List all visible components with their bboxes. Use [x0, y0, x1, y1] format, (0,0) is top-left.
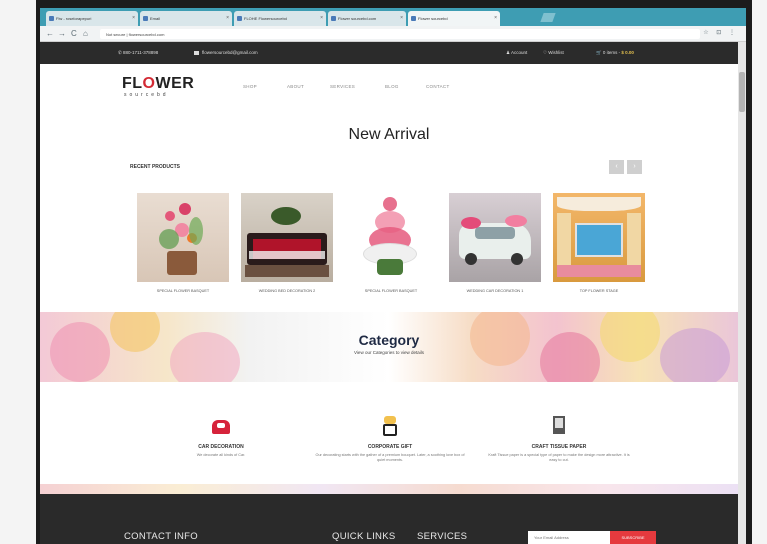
site-logo[interactable]: FLOWER sourcebd	[122, 75, 194, 98]
new-tab-button[interactable]	[540, 13, 556, 22]
product-caption[interactable]: WEDDING CAR DECORATION 1	[449, 289, 541, 293]
back-icon[interactable]: ←	[46, 29, 54, 38]
product-image[interactable]	[449, 193, 541, 282]
decorative-strip	[40, 484, 738, 494]
site-topbar: ✆ 880-1711-378898 flowersourcebd@gmail.c…	[40, 42, 738, 64]
browser-toolbar: ← → C ⌂ Not secure | flowersourcebd.com …	[40, 26, 746, 42]
favicon-icon	[411, 16, 416, 21]
favicon-icon	[49, 16, 54, 21]
product-card[interactable]: SPECIAL FLOWER BASQUET	[345, 193, 437, 293]
close-icon[interactable]: ×	[320, 15, 323, 21]
cart-count: 0 items -	[602, 50, 621, 55]
category-item-title: CAR DECORATION	[198, 444, 244, 450]
site-footer: CONTACT INFO QUICK LINKS SERVICES SUBSCR…	[40, 494, 738, 544]
category-item-desc: Our decorating starts with the gather of…	[315, 453, 465, 462]
browser-tab-strip: Flw - roselorapepuri × Email × FLOHE Flowe…	[40, 8, 746, 26]
product-caption[interactable]: WEDDING BED DECORATION 2	[241, 289, 333, 293]
logo-text-1: FL	[122, 75, 143, 92]
logo-flower-o: O	[142, 75, 156, 92]
subscribe-button[interactable]: SUBSCRIBE	[610, 531, 656, 544]
browser-tab-3[interactable]: FLOHE Flowersourcebd ×	[234, 11, 326, 26]
logo-text-2: WER	[155, 75, 195, 92]
category-craft-tissue-paper[interactable]: CRAFT TISSUE PAPER Kraft Tissue paper is…	[484, 414, 634, 463]
browser-tab-active[interactable]: Flower sourcebd ×	[408, 11, 500, 26]
carousel-next-button[interactable]: ›	[627, 160, 642, 174]
product-card[interactable]: SPECIAL FLOWER BASQUET	[137, 193, 229, 293]
product-image[interactable]	[345, 193, 437, 282]
phone-text: 880-1711-378898	[123, 50, 159, 55]
scrollbar-thumb[interactable]	[739, 72, 745, 112]
cart-total: $ 0.00	[621, 50, 634, 55]
email-contact[interactable]: flowersourcebd@gmail.com	[194, 50, 258, 55]
product-image[interactable]	[241, 193, 333, 282]
category-banner: Category View our Categories to view det…	[40, 312, 738, 382]
footer-quick-links-heading: QUICK LINKS	[332, 531, 396, 542]
product-card[interactable]: TOP FLOWER STAGE	[553, 193, 645, 293]
browser-tab-1[interactable]: Flw - roselorapepuri ×	[46, 11, 138, 26]
wishlist-text: Wishlist	[548, 50, 564, 55]
product-card[interactable]: WEDDING CAR DECORATION 1	[449, 193, 541, 293]
nav-blog[interactable]: BLOG	[385, 84, 399, 89]
category-item-title: CRAFT TISSUE PAPER	[531, 444, 587, 450]
close-icon[interactable]: ×	[400, 15, 403, 21]
product-card[interactable]: WEDDING BED DECORATION 2	[241, 193, 333, 293]
product-image[interactable]	[553, 193, 645, 282]
forward-icon[interactable]: →	[58, 29, 66, 38]
category-title: Category	[358, 332, 420, 348]
category-item-desc: Kraft Tissue paper is a special type of …	[488, 453, 630, 462]
close-icon[interactable]: ×	[494, 15, 497, 21]
car-icon	[209, 414, 233, 438]
photo-of-screen: Flw - roselorapepuri × Email × FLOHE Flowe…	[0, 0, 767, 544]
category-item-desc: We decorate all kinds of Car.	[196, 453, 246, 457]
reload-icon[interactable]: C	[71, 29, 77, 38]
address-bar[interactable]: Not secure | flowersourcebd.com	[100, 29, 700, 39]
tab-label: Flw - roselorapepuri	[56, 16, 92, 21]
product-caption[interactable]: SPECIAL FLOWER BASQUET	[345, 289, 437, 293]
product-image[interactable]	[137, 193, 229, 282]
product-caption[interactable]: TOP FLOWER STAGE	[553, 289, 645, 293]
email-text: flowersourcebd@gmail.com	[202, 50, 258, 55]
phone-contact[interactable]: ✆ 880-1711-378898	[118, 50, 158, 56]
mail-icon	[194, 50, 199, 55]
account-text: Account	[511, 50, 528, 55]
category-item-title: CORPORATE GIFT	[367, 444, 413, 450]
gift-icon	[378, 414, 402, 438]
favicon-icon	[143, 16, 148, 21]
footer-contact-heading: CONTACT INFO	[124, 531, 198, 542]
account-link[interactable]: ♟ Account	[506, 50, 527, 56]
close-icon[interactable]: ×	[226, 15, 229, 21]
browser-tab-2[interactable]: Email ×	[140, 11, 232, 26]
carousel-prev-button[interactable]: ‹	[609, 160, 624, 174]
recent-products-heading: RECENT PRODUCTS	[130, 164, 181, 170]
category-car-decoration[interactable]: CAR DECORATION We decorate all kinds of …	[146, 414, 296, 458]
favicon-icon	[331, 16, 336, 21]
close-icon[interactable]: ×	[132, 15, 135, 21]
wishlist-link[interactable]: ♡ Wishlist	[543, 50, 564, 56]
nav-contact[interactable]: CONTACT	[426, 84, 450, 89]
tissue-paper-icon	[547, 414, 571, 438]
tab-label: Email	[150, 16, 161, 21]
nav-shop[interactable]: SHOP	[243, 84, 257, 89]
product-caption[interactable]: SPECIAL FLOWER BASQUET	[137, 289, 229, 293]
tab-label: FLOHE Flowersourcebd	[244, 16, 287, 21]
browser-menu-icons[interactable]: ☆ ⊡ ⋮	[703, 29, 738, 36]
cart-link[interactable]: 🛒 0 items - $ 0.00	[596, 50, 634, 56]
tab-label: Flower sourcebd	[418, 16, 448, 21]
home-icon[interactable]: ⌂	[83, 29, 88, 38]
category-corporate-gift[interactable]: CORPORATE GIFT Our decorating starts wit…	[315, 414, 465, 463]
page-scrollbar[interactable]	[738, 42, 746, 544]
category-subtitle: View our Categories to view details	[354, 350, 424, 355]
newsletter-email-input[interactable]	[528, 531, 610, 544]
favicon-icon	[237, 16, 242, 21]
browser-tab-4[interactable]: Flower sourcebd.com ×	[328, 11, 406, 26]
footer-services-heading: SERVICES	[417, 531, 468, 542]
nav-about[interactable]: ABOUT	[287, 84, 304, 89]
website-viewport: ✆ 880-1711-378898 flowersourcebd@gmail.c…	[40, 42, 738, 544]
nav-services[interactable]: SERVICES	[330, 84, 355, 89]
logo-wordmark: FLOWER	[122, 75, 194, 93]
page-title: New Arrival	[348, 126, 430, 143]
tab-label: Flower sourcebd.com	[338, 16, 377, 21]
